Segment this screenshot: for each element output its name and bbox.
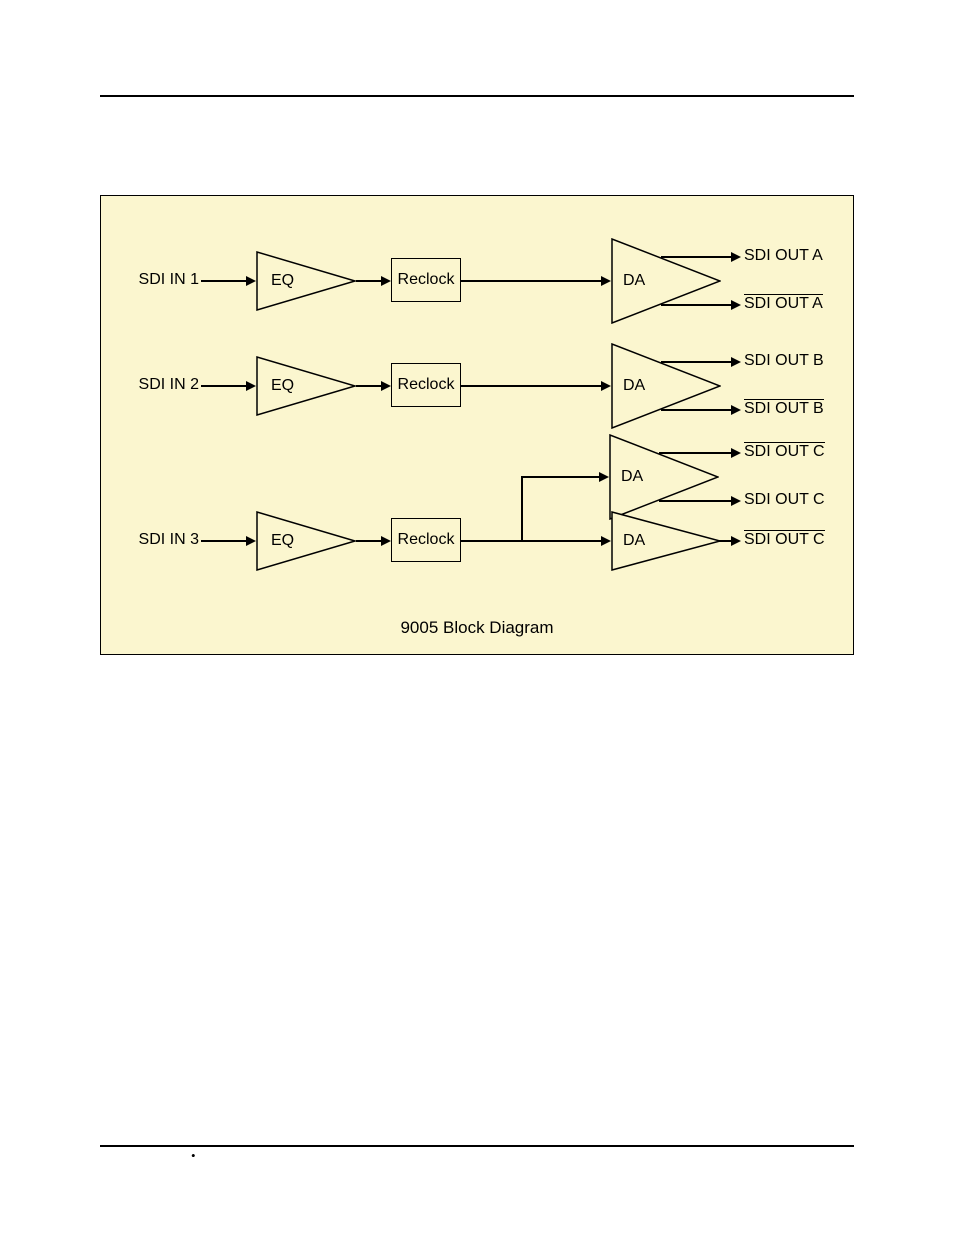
- arrowhead-icon: [731, 448, 741, 458]
- arrowhead-icon: [246, 536, 256, 546]
- output-c-2: SDI OUT C: [744, 491, 825, 509]
- reclock-2: Reclock: [391, 363, 461, 407]
- wire: [659, 500, 731, 502]
- page: • SDI IN 1 EQ Reclock DA SDI OUT A SDI O…: [0, 0, 954, 1235]
- wire: [719, 540, 731, 542]
- arrowhead-icon: [731, 252, 741, 262]
- output-b-2-inverted: SDI OUT B: [744, 400, 824, 418]
- wire: [661, 361, 731, 363]
- da-label-3a: DA: [621, 468, 643, 486]
- wire: [461, 385, 601, 387]
- output-b-1: SDI OUT B: [744, 352, 824, 370]
- reclock-3: Reclock: [391, 518, 461, 562]
- eq-label-1: EQ: [271, 272, 294, 290]
- wire: [461, 540, 601, 542]
- arrowhead-icon: [601, 276, 611, 286]
- bottom-rule: [100, 1145, 854, 1147]
- wire: [356, 540, 381, 542]
- da-label-1: DA: [623, 272, 645, 290]
- top-rule: [100, 95, 854, 97]
- wire: [356, 280, 381, 282]
- input-label-1: SDI IN 1: [129, 271, 199, 289]
- arrowhead-icon: [381, 381, 391, 391]
- wire: [661, 304, 731, 306]
- input-label-2: SDI IN 2: [129, 376, 199, 394]
- arrowhead-icon: [731, 357, 741, 367]
- diagram-caption: 9005 Block Diagram: [101, 618, 853, 638]
- wire: [659, 452, 731, 454]
- block-diagram: SDI IN 1 EQ Reclock DA SDI OUT A SDI OUT…: [100, 195, 854, 655]
- wire: [661, 409, 731, 411]
- wire: [521, 476, 523, 540]
- arrowhead-icon: [731, 300, 741, 310]
- arrowhead-icon: [599, 472, 609, 482]
- arrowhead-icon: [601, 381, 611, 391]
- eq-label-3: EQ: [271, 532, 294, 550]
- da-label-2: DA: [623, 377, 645, 395]
- arrowhead-icon: [731, 496, 741, 506]
- arrowhead-icon: [381, 536, 391, 546]
- eq-label-2: EQ: [271, 377, 294, 395]
- wire: [201, 540, 246, 542]
- arrowhead-icon: [731, 536, 741, 546]
- reclock-1: Reclock: [391, 258, 461, 302]
- arrowhead-icon: [731, 405, 741, 415]
- input-label-3: SDI IN 3: [129, 531, 199, 549]
- wire: [356, 385, 381, 387]
- output-c-3-inverted: SDI OUT C: [744, 531, 825, 549]
- wire: [461, 280, 601, 282]
- arrowhead-icon: [381, 276, 391, 286]
- wire: [661, 256, 731, 258]
- da-label-3b: DA: [623, 532, 645, 550]
- wire: [201, 385, 246, 387]
- arrowhead-icon: [246, 381, 256, 391]
- wire: [201, 280, 246, 282]
- output-c-1-inverted: SDI OUT C: [744, 443, 825, 461]
- arrowhead-icon: [601, 536, 611, 546]
- wire: [521, 476, 599, 478]
- footer-dot: •: [191, 1148, 196, 1232]
- output-a-2-inverted: SDI OUT A: [744, 295, 823, 313]
- output-a-1: SDI OUT A: [744, 247, 823, 265]
- arrowhead-icon: [246, 276, 256, 286]
